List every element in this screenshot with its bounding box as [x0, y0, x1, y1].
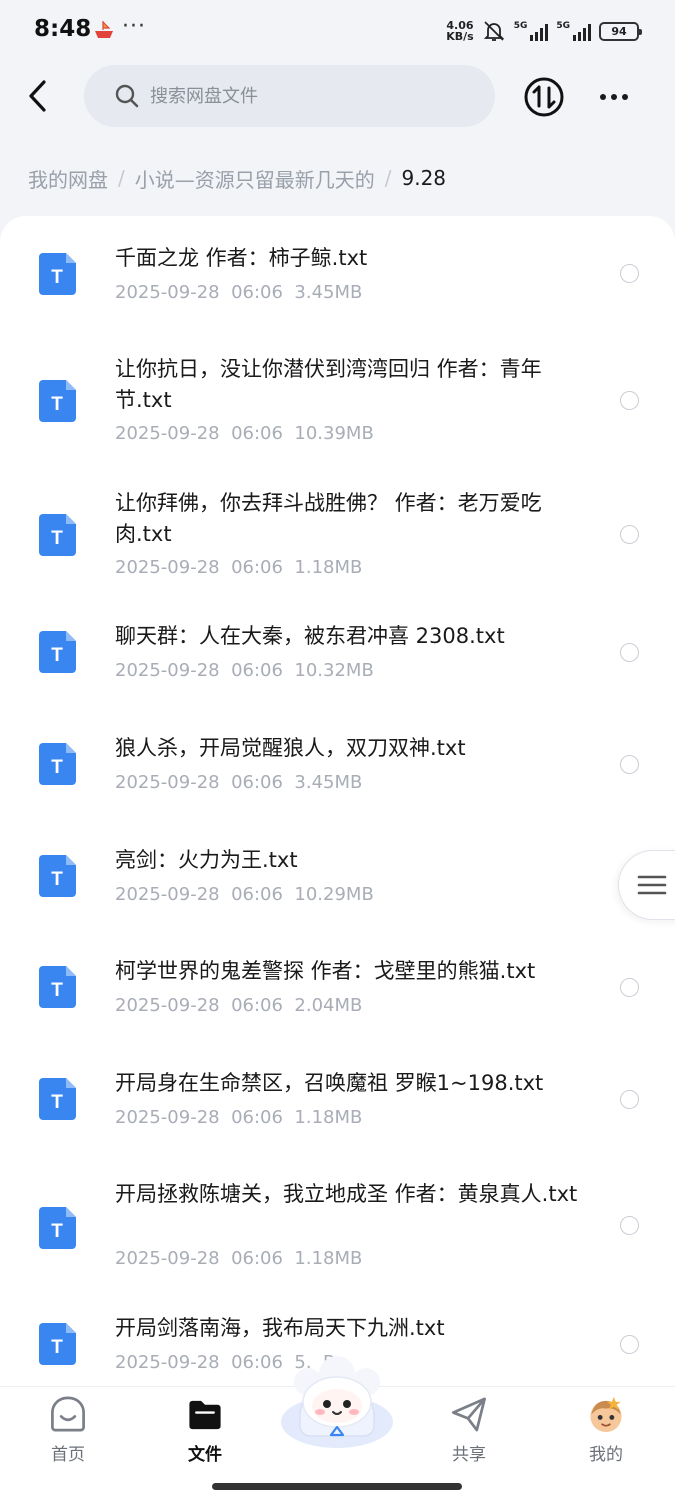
svg-text:T: T: [51, 267, 63, 288]
transfer-icon[interactable]: [523, 76, 565, 118]
ai-assistant-mascot-icon[interactable]: [278, 1352, 396, 1452]
more-dots-icon[interactable]: [594, 80, 634, 114]
nav-me[interactable]: 我的: [561, 1395, 651, 1465]
search-box[interactable]: [84, 65, 495, 127]
search-input[interactable]: [150, 85, 450, 107]
file-meta: 2025-09-28 06:06 3.45MB: [115, 772, 363, 793]
txt-file-icon: T: [39, 253, 76, 295]
select-checkbox[interactable]: [620, 391, 639, 410]
txt-file-icon: T: [39, 966, 76, 1008]
svg-text:T: T: [51, 645, 63, 666]
select-checkbox[interactable]: [620, 1090, 639, 1109]
file-row[interactable]: T 狼人杀，开局觉醒狼人，双刀双神.txt 2025-09-28 06:06 3…: [0, 726, 675, 816]
app-notification-icon: [95, 21, 113, 38]
file-name: 开局剑落南海，我布局天下九洲.txt: [115, 1316, 445, 1340]
file-name: 柯学世界的鬼差警探 作者：戈壁里的熊猫.txt: [115, 959, 536, 983]
mute-bell-icon: [483, 21, 504, 41]
svg-text:T: T: [51, 1221, 63, 1242]
txt-file-icon: T: [39, 380, 76, 422]
nav-label-home: 首页: [51, 1445, 85, 1465]
breadcrumb-folder[interactable]: 小说—资源只留最新几天的: [135, 164, 375, 193]
svg-text:T: T: [51, 980, 63, 1001]
file-meta: 2025-09-28 06:06 10.39MB: [115, 423, 374, 444]
select-checkbox[interactable]: [620, 643, 639, 662]
nav-label-share: 共享: [452, 1445, 486, 1465]
svg-text:T: T: [51, 1092, 63, 1113]
cloud-drive-file-page: 8:48 ··· 4.06 KB/s 5G 5G 94 搜索网盘文件 我的网盘 …: [0, 0, 675, 1500]
txt-file-icon: T: [39, 855, 76, 897]
status-bar: 8:48 ··· 4.06 KB/s 5G 5G 94: [0, 0, 675, 62]
status-more: ···: [122, 14, 146, 39]
home-icon: [51, 1396, 85, 1432]
home-indicator: [212, 1483, 462, 1490]
nav-label-files: 文件: [188, 1445, 222, 1465]
breadcrumb-separator: /: [118, 166, 125, 190]
nav-files[interactable]: 文件: [160, 1395, 250, 1465]
search-icon: [115, 84, 139, 108]
profile-avatar-icon: [590, 1396, 622, 1433]
file-list: T 千面之龙 作者：柿子鲸.txt 2025-09-28 06:06 3.45M…: [0, 216, 675, 1386]
select-checkbox[interactable]: [620, 264, 639, 283]
file-meta: 2025-09-28 06:06 10.32MB: [115, 660, 374, 681]
file-name: 让你拜佛，你去拜斗战胜佛？ 作者：老万爱吃肉.txt: [115, 491, 542, 546]
svg-text:T: T: [51, 757, 63, 778]
file-meta: 2025-09-28 06:06 1.18MB: [115, 1248, 363, 1269]
file-meta: 2025-09-28 06:06 10.29MB: [115, 884, 374, 905]
status-time: 8:48: [34, 16, 92, 42]
select-checkbox[interactable]: [620, 1335, 639, 1354]
battery-icon: 94: [599, 21, 642, 41]
file-name: 让你抗日，没让你潜伏到湾湾回归 作者：青年节.txt: [115, 357, 542, 412]
file-name: 亮剑：火力为王.txt: [115, 848, 298, 872]
file-row[interactable]: T 聊天群：人在大秦，被东君冲喜 2308.txt 2025-09-28 06:…: [0, 614, 675, 704]
back-button[interactable]: [18, 74, 58, 118]
file-meta: 2025-09-28 06:06 2.04MB: [115, 995, 363, 1016]
file-name: 千面之龙 作者：柿子鲸.txt: [115, 246, 368, 270]
file-name: 开局拯救陈塘关，我立地成圣 作者：黄泉真人.txt: [115, 1182, 578, 1206]
file-name: 开局身在生命禁区，召唤魔祖 罗睺1~198.txt: [115, 1071, 544, 1095]
file-row[interactable]: T 开局身在生命禁区，召唤魔祖 罗睺1~198.txt 2025-09-28 0…: [0, 1061, 675, 1151]
nav-home[interactable]: 首页: [23, 1395, 113, 1465]
breadcrumb-root[interactable]: 我的网盘: [28, 164, 108, 193]
file-row[interactable]: T 让你抗日，没让你潜伏到湾湾回归 作者：青年节.txt 2025-09-28 …: [0, 346, 675, 456]
svg-text:T: T: [51, 528, 63, 549]
file-row[interactable]: T 亮剑：火力为王.txt 2025-09-28 06:06 10.29MB: [0, 838, 675, 928]
file-row[interactable]: T 柯学世界的鬼差警探 作者：戈壁里的熊猫.txt 2025-09-28 06:…: [0, 949, 675, 1039]
select-checkbox[interactable]: [620, 755, 639, 774]
txt-file-icon: T: [39, 1323, 76, 1365]
breadcrumb-current: 9.28: [401, 166, 447, 190]
nav-label-me: 我的: [589, 1445, 623, 1465]
svg-text:T: T: [51, 869, 63, 890]
breadcrumb: 我的网盘 / 小说—资源只留最新几天的 / 9.28: [28, 160, 446, 196]
file-meta: 2025-09-28 06:06 1.18MB: [115, 557, 363, 578]
txt-file-icon: T: [39, 743, 76, 785]
select-checkbox[interactable]: [620, 525, 639, 544]
signal-strength-icon-2: 5G: [556, 21, 591, 41]
file-meta: 2025-09-28 06:06 1.18MB: [115, 1107, 363, 1128]
file-meta: 2025-09-28 06:06 3.45MB: [115, 282, 363, 303]
nav-share[interactable]: 共享: [424, 1395, 514, 1465]
file-row[interactable]: T 开局拯救陈塘关，我立地成圣 作者：黄泉真人.txt 2025-09-28 0…: [0, 1173, 675, 1283]
share-icon: [452, 1397, 486, 1432]
file-name: 狼人杀，开局觉醒狼人，双刀双神.txt: [115, 736, 466, 760]
back-arrow-icon: [29, 80, 46, 112]
txt-file-icon: T: [39, 1207, 76, 1249]
select-checkbox[interactable]: [620, 1216, 639, 1235]
folder-icon: [189, 1400, 221, 1430]
txt-file-icon: T: [39, 514, 76, 556]
svg-text:T: T: [51, 394, 63, 415]
status-right-group: 4.06 KB/s 5G 5G 94: [446, 17, 642, 45]
txt-file-icon: T: [39, 1078, 76, 1120]
file-row[interactable]: T 千面之龙 作者：柿子鲸.txt 2025-09-28 06:06 3.45M…: [0, 216, 675, 326]
header: [0, 62, 675, 132]
txt-file-icon: T: [39, 631, 76, 673]
signal-strength-icon-1: 5G: [514, 21, 549, 41]
select-checkbox[interactable]: [620, 978, 639, 997]
file-row[interactable]: T 让你拜佛，你去拜斗战胜佛？ 作者：老万爱吃肉.txt 2025-09-28 …: [0, 480, 675, 590]
breadcrumb-separator: /: [384, 166, 392, 190]
svg-text:T: T: [51, 1337, 63, 1358]
file-name: 聊天群：人在大秦，被东君冲喜 2308.txt: [115, 624, 505, 648]
hamburger-menu-icon: [637, 875, 667, 895]
net-speed: 4.06 KB/s: [446, 19, 474, 43]
